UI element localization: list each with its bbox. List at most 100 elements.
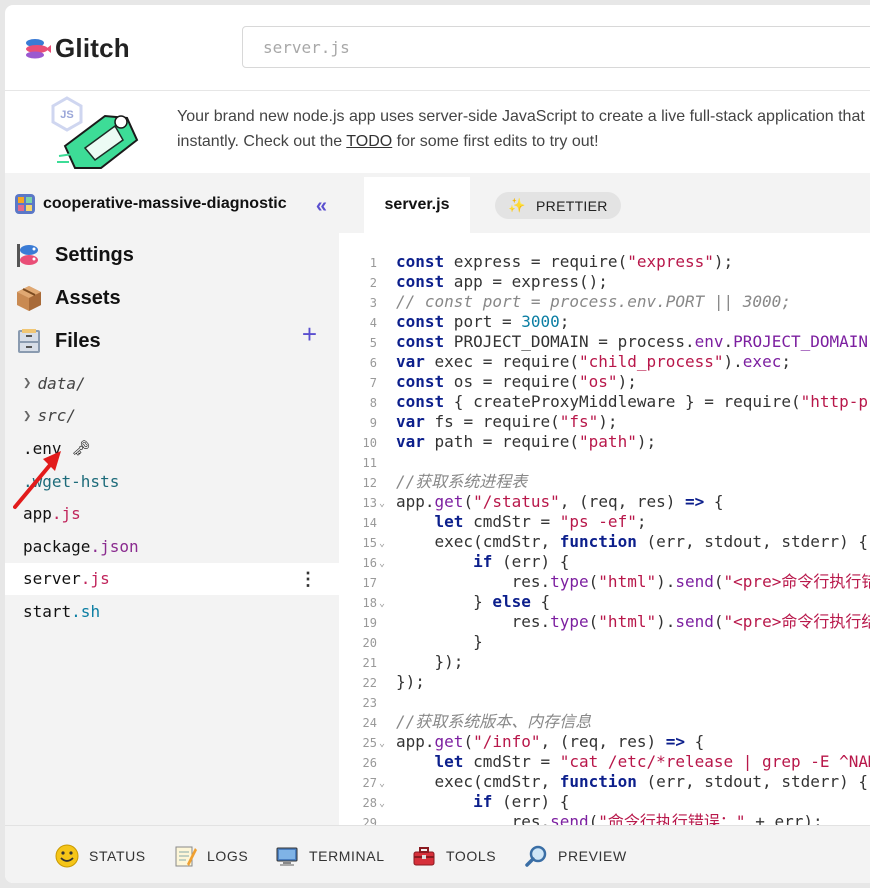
prettier-label: PRETTIER <box>536 197 608 214</box>
code-text: var fs = require("fs"); <box>396 412 618 431</box>
code-line[interactable]: 8 const { createProxyMiddleware } = requi… <box>339 392 870 412</box>
code-line[interactable]: 26 let cmdStr = "cat /etc/*release | gre… <box>339 752 870 772</box>
code-line[interactable]: 14 let cmdStr = "ps -ef"; <box>339 512 870 532</box>
folder-name: src/ <box>37 406 76 426</box>
todo-link[interactable]: TODO <box>346 133 392 150</box>
monitor-icon <box>275 844 299 868</box>
preview-button[interactable]: PREVIEW <box>524 844 627 868</box>
code-text: var path = require("path"); <box>396 432 657 451</box>
fold-chevron-icon[interactable]: ⌄ <box>379 774 385 794</box>
code-line[interactable]: 17 res.type("html").send("<pre>命令行执行错误 <box>339 572 870 592</box>
add-file-button[interactable]: + <box>302 321 317 347</box>
chevron-right-icon: ❯ <box>23 407 32 424</box>
code-text: res.type("html").send("<pre>命令行执行错误 <box>396 572 870 591</box>
fold-chevron-icon[interactable]: ⌄ <box>379 594 385 614</box>
line-number: 17 <box>362 576 377 590</box>
tools-label: TOOLS <box>446 848 497 864</box>
code-line[interactable]: 12 //获取系统进程表 <box>339 472 870 492</box>
code-line[interactable]: 6 var exec = require("child_process").exe… <box>339 352 870 372</box>
code-text: }); <box>396 672 425 691</box>
code-area[interactable]: 1 const express = require("express"); 2 con… <box>339 252 870 832</box>
code-line[interactable]: 21 }); <box>339 652 870 672</box>
file-row-server-js[interactable]: server .js ⋮ <box>5 562 339 596</box>
line-number: 4 <box>369 316 377 330</box>
file-options-menu-icon[interactable]: ⋮ <box>299 569 317 590</box>
banner-line-2-prefix: instantly. Check out the <box>177 133 347 150</box>
logs-label: LOGS <box>207 848 249 864</box>
line-number: 13 <box>362 496 377 510</box>
code-editor: server.js ✨ PRETTIER 1 const express = re… <box>339 173 870 831</box>
terminal-button[interactable]: TERMINAL <box>275 844 385 868</box>
code-line[interactable]: 13 ⌄ app.get("/status", (req, res) => { <box>339 492 870 512</box>
code-line[interactable]: 10 var path = require("path"); <box>339 432 870 452</box>
status-button[interactable]: STATUS <box>55 844 146 868</box>
code-line[interactable]: 4 const port = 3000; <box>339 312 870 332</box>
bottom-toolbar: STATUS LOGS TERMINAL TOOLS PREVIEW <box>5 825 870 883</box>
code-text: } <box>396 632 483 651</box>
code-text: exec(cmdStr, function (err, stdout, stde… <box>396 532 869 551</box>
line-number: 20 <box>362 636 377 650</box>
svg-text:JS: JS <box>60 109 73 121</box>
code-text: if (err) { <box>473 552 570 571</box>
tools-button[interactable]: TOOLS <box>412 844 496 868</box>
notepad-icon <box>173 844 197 868</box>
code-line[interactable]: 1 const express = require("express"); <box>339 252 870 272</box>
code-line[interactable]: 11 <box>339 452 870 472</box>
code-text: const { createProxyMiddleware } = requir… <box>396 392 870 411</box>
box-icon <box>17 286 41 311</box>
fold-chevron-icon[interactable]: ⌄ <box>379 534 385 554</box>
code-text: if (err) { <box>473 792 570 811</box>
line-number: 15 <box>362 536 377 550</box>
code-line[interactable]: 28 ⌄ if (err) { <box>339 792 870 812</box>
file-row-package-json[interactable]: package .json <box>5 530 339 563</box>
nav-files[interactable]: Files <box>15 325 101 357</box>
line-number: 26 <box>362 756 377 770</box>
code-line[interactable]: 27 ⌄ exec(cmdStr, function (err, stdout, … <box>339 772 870 792</box>
code-line[interactable]: 7 const os = require("os"); <box>339 372 870 392</box>
sparkles-icon: ✨ <box>508 197 527 213</box>
code-line[interactable]: 3 // const port = process.env.PORT || 300… <box>339 292 870 312</box>
code-line[interactable]: 23 <box>339 692 870 712</box>
glitch-logo[interactable]: Glitch <box>23 33 130 63</box>
code-text: //获取系统版本、内存信息 <box>396 712 592 731</box>
line-number: 3 <box>369 296 377 310</box>
code-line[interactable]: 9 var fs = require("fs"); <box>339 412 870 432</box>
file-row-start-sh[interactable]: start .sh <box>5 595 339 628</box>
fold-chevron-icon[interactable]: ⌄ <box>379 794 385 814</box>
file-row-src[interactable]: ❯ src/ <box>5 400 339 433</box>
code-line[interactable]: 2 const app = express(); <box>339 272 870 292</box>
line-number: 16 <box>362 556 377 570</box>
nav-settings[interactable]: Settings <box>15 239 134 271</box>
code-text: app.get("/status", (req, res) => { <box>396 492 724 511</box>
line-number: 12 <box>362 476 377 490</box>
code-line[interactable]: 20 } <box>339 632 870 652</box>
logs-button[interactable]: LOGS <box>173 844 248 868</box>
fold-chevron-icon[interactable]: ⌄ <box>379 554 385 574</box>
project-name: cooperative-massive-diagnostic <box>43 195 287 212</box>
code-text: const express = require("express"); <box>396 252 734 271</box>
search-box[interactable] <box>242 26 870 68</box>
fold-chevron-icon[interactable]: ⌄ <box>379 494 385 514</box>
code-line[interactable]: 16 ⌄ if (err) { <box>339 552 870 572</box>
file-base-name: server <box>23 569 81 589</box>
collapse-sidebar-button[interactable]: « <box>316 195 327 218</box>
file-row-data[interactable]: ❯ data/ <box>5 367 339 400</box>
line-number: 8 <box>369 396 377 410</box>
code-line[interactable]: 5 const PROJECT_DOMAIN = process.env.PROJ… <box>339 332 870 352</box>
project-header[interactable]: cooperative-massive-diagnostic « <box>5 173 339 235</box>
search-input[interactable] <box>243 27 870 67</box>
code-text: exec(cmdStr, function (err, stdout, stde… <box>396 772 869 791</box>
line-number: 23 <box>362 696 377 710</box>
code-line[interactable]: 24 //获取系统版本、内存信息 <box>339 712 870 732</box>
code-line[interactable]: 22}); <box>339 672 870 692</box>
line-number: 14 <box>362 516 377 530</box>
prettier-button[interactable]: ✨ PRETTIER <box>495 192 621 219</box>
code-line[interactable]: 25 ⌄ app.get("/info", (req, res) => { <box>339 732 870 752</box>
code-line[interactable]: 15 ⌄ exec(cmdStr, function (err, stdout, … <box>339 532 870 552</box>
code-line[interactable]: 18 ⌄ } else { <box>339 592 870 612</box>
tab-server-js[interactable]: server.js <box>364 177 470 233</box>
fold-chevron-icon[interactable]: ⌄ <box>379 734 385 754</box>
smiley-icon <box>55 844 79 868</box>
code-line[interactable]: 19 res.type("html").send("<pre>命令行执行结果 <box>339 612 870 632</box>
nav-assets[interactable]: Assets <box>15 282 121 314</box>
